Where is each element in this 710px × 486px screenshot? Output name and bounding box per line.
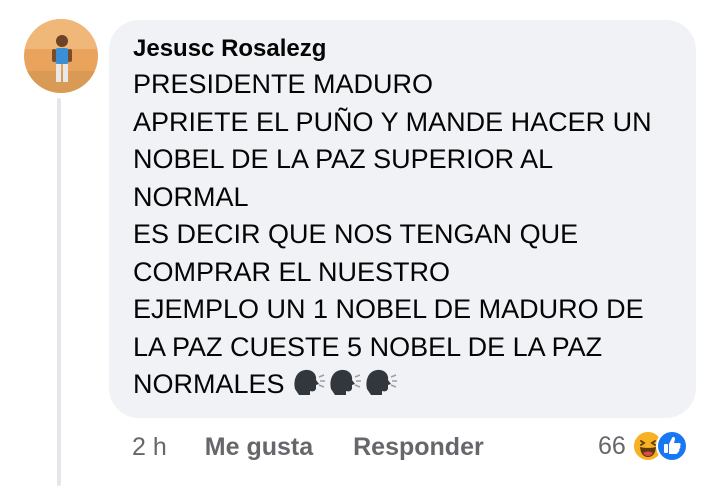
comment-line: PRESIDENTE MADURO bbox=[133, 69, 434, 99]
comment-line: APRIETE EL PUÑO Y MANDE HACER UN bbox=[133, 106, 652, 137]
speaking-head-icon bbox=[365, 369, 397, 395]
comment-author[interactable]: Jesusc Rosalezg bbox=[133, 34, 672, 66]
like-reaction-icon bbox=[655, 430, 688, 462]
comment-line: EJEMPLO UN 1 NOBEL DE MADURO DE bbox=[133, 294, 644, 324]
avatar[interactable] bbox=[24, 19, 98, 93]
comment-text: PRESIDENTE MADURO APRIETE EL PUÑO Y MAND… bbox=[133, 66, 672, 404]
reply-button[interactable]: Responder bbox=[353, 433, 484, 462]
comment-timestamp[interactable]: 2 h bbox=[132, 433, 167, 462]
comment-bubble: Jesusc Rosalezg PRESIDENTE MADURO APRIET… bbox=[109, 20, 696, 418]
avatar-photo bbox=[24, 19, 98, 93]
like-button[interactable]: Me gusta bbox=[205, 433, 313, 462]
comment-line-text: NORMALES bbox=[133, 369, 285, 399]
comment-line: NORMAL bbox=[133, 181, 249, 212]
emoji-group bbox=[291, 367, 397, 397]
speaking-head-icon bbox=[329, 369, 361, 395]
thread-line bbox=[57, 98, 61, 486]
reaction-summary[interactable]: 66 bbox=[598, 428, 688, 464]
reaction-count[interactable]: 66 bbox=[598, 432, 626, 461]
comment-line: COMPRAR EL NUESTRO bbox=[133, 256, 451, 287]
speaking-head-icon bbox=[293, 369, 325, 395]
comment-line: NOBEL DE LA PAZ SUPERIOR AL bbox=[133, 144, 554, 174]
comment-actions: 2 h Me gusta Responder bbox=[132, 431, 484, 463]
comment-line: ES DECIR QUE NOS TENGAN QUE bbox=[133, 219, 579, 249]
comment-line: LA PAZ CUESTE 5 NOBEL DE LA PAZ bbox=[133, 331, 603, 362]
reaction-icons bbox=[631, 430, 688, 462]
comment-last-line: NORMALES bbox=[133, 366, 672, 404]
